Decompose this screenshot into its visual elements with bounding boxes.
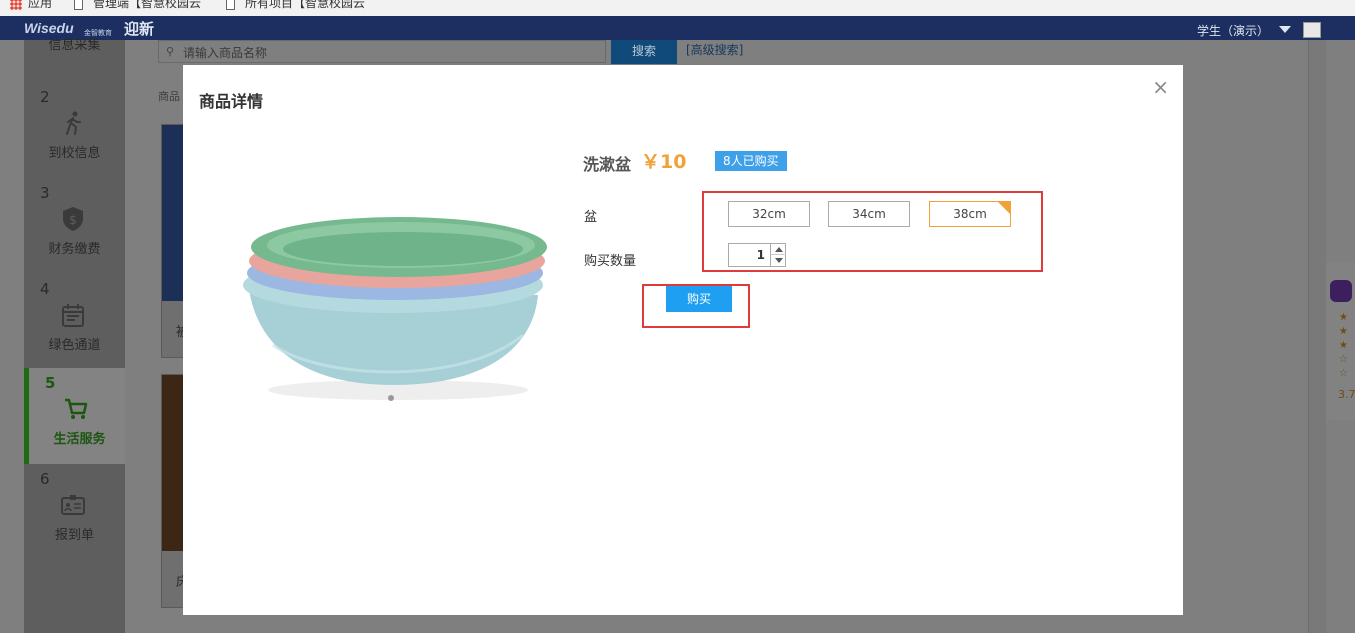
floating-rating-widget[interactable]: ★ ★ ★ ☆ ☆ 3.7 (1326, 262, 1355, 420)
step-number: 6 (40, 470, 50, 488)
step-arrival-info[interactable]: 2 到校信息 (24, 82, 125, 178)
step-label: 报到单 (54, 528, 94, 543)
bookmark-apps[interactable]: 应用 (10, 0, 52, 11)
carousel-dot[interactable] (388, 395, 394, 401)
highlight-box-options (702, 191, 1043, 272)
step-number: 3 (40, 184, 50, 202)
bookmark-admin[interactable]: 管理端【智慧校园云 (74, 0, 201, 11)
step-registration-form[interactable]: 6 报到单 (24, 464, 125, 560)
top-header: Wisedu 金智教育 迎新 学生（演示） (0, 16, 1355, 40)
search-button[interactable]: 搜索 (611, 40, 677, 64)
rating-value: 3.7 (1338, 388, 1355, 401)
step-number: 5 (45, 374, 56, 392)
product-image (243, 217, 547, 400)
page-icon (226, 0, 235, 10)
search-input[interactable]: ⚲ 请输入商品名称 (158, 40, 606, 63)
bookmarks-bar: 应用 管理端【智慧校园云 所有项目【智慧校园云 (0, 0, 1355, 16)
search-icon: ⚲ (166, 45, 175, 58)
page-scroll-edge (1308, 40, 1326, 633)
search-placeholder: 请输入商品名称 (183, 46, 268, 60)
star-icon: ☆ (1339, 354, 1348, 365)
step-number: 2 (40, 88, 50, 106)
breadcrumb: 商品 (158, 90, 180, 103)
walking-person-icon (66, 111, 81, 135)
step-life-services[interactable]: 5 生活服务 (24, 368, 125, 464)
sold-count-badge: 8人已购买 (715, 151, 787, 171)
chevron-down-icon[interactable] (1279, 26, 1291, 33)
close-icon[interactable]: × (1152, 75, 1169, 99)
bookmark-all-projects[interactable]: 所有项目【智慧校园云 (226, 0, 365, 11)
advanced-search-link[interactable]: [高级搜索] (686, 41, 743, 58)
product-card[interactable]: 被 (161, 124, 189, 358)
product-card[interactable]: 床 (161, 374, 189, 608)
buy-button[interactable]: 购买 (666, 286, 732, 312)
option-label: 盆 (584, 210, 598, 225)
step-label: 财务缴费 (48, 242, 101, 257)
svg-text:$: $ (69, 213, 77, 227)
product-detail-modal: 商品详情 × 洗漱盆 ￥10 8人已购买 盆 32cm 34cm 38cm 购买… (183, 65, 1183, 615)
id-card-icon (61, 495, 85, 515)
page-icon (74, 0, 83, 10)
step-info-collection[interactable]: 信息采集 (24, 30, 125, 70)
calendar-icon (62, 304, 84, 327)
star-icon: ☆ (1339, 368, 1348, 379)
step-label: 信息采集 (48, 38, 101, 53)
dollar-shield-icon: $ (63, 207, 83, 231)
step-number: 4 (40, 280, 50, 298)
shopping-cart-icon (65, 398, 88, 419)
product-price: ￥10 (641, 151, 687, 173)
apps-grid-icon (10, 0, 22, 10)
star-icon: ★ (1339, 312, 1348, 323)
step-green-channel[interactable]: 4 绿色通道 (24, 274, 125, 370)
app-title: 迎新 (124, 20, 155, 38)
step-finance-payment[interactable]: 3 $ 财务缴费 (24, 178, 125, 274)
product-name: 洗漱盆 (583, 155, 632, 174)
steps-sidebar: 信息采集 2 到校信息 3 $ 财务缴费 4 绿色通道 5 生活服务 6 报到单 (24, 38, 125, 633)
step-label: 绿色通道 (48, 338, 101, 353)
quantity-label: 购买数量 (584, 254, 637, 269)
avatar[interactable] (1303, 22, 1321, 38)
step-label: 生活服务 (53, 432, 106, 447)
star-icon: ★ (1339, 340, 1348, 351)
step-label: 到校信息 (48, 146, 101, 161)
modal-title: 商品详情 (199, 92, 264, 111)
app-icon (1330, 280, 1352, 302)
star-icon: ★ (1339, 326, 1348, 337)
user-role[interactable]: 学生（演示） (1197, 22, 1269, 39)
